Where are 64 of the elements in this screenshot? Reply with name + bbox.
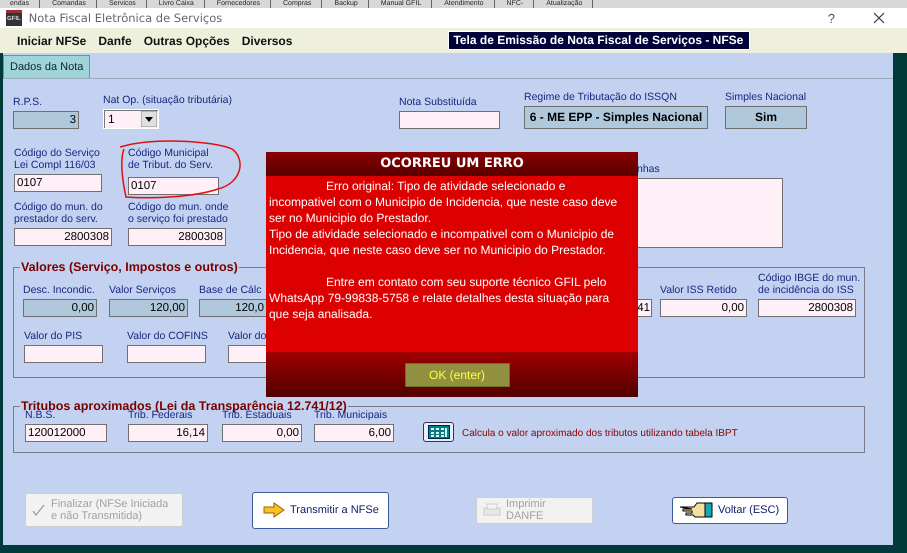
field-label: Nota Substituída bbox=[399, 96, 477, 108]
text-field[interactable]: 120012000 bbox=[25, 424, 107, 442]
field-label: Nat Op. (situação tributária) bbox=[103, 94, 232, 106]
dropdown-value: 1 bbox=[108, 111, 115, 127]
readonly-field: 6 - ME EPP - Simples Nacional bbox=[524, 106, 708, 129]
error-message: Erro original: Tipo de atividade selecionado e incompativel com o Municipio de Incidencia, que neste caso deve ser no Municipio do Prestador. bbox=[269, 178, 618, 226]
error-message: Entre em contato com seu suporte técnico GFIL pelo WhatsApp 79-99838-5758 e relate detalhes desta situação para que seja analisada. bbox=[269, 274, 610, 322]
field-label: Código do mun. onde o serviço foi prestado bbox=[128, 201, 228, 225]
action-button[interactable]: Voltar (ESC) bbox=[672, 496, 788, 524]
arrow-right-icon bbox=[263, 502, 285, 518]
field-label: Valor Serviços bbox=[109, 284, 176, 296]
tab[interactable]: Dados da Nota bbox=[3, 55, 90, 78]
field-label: Código Municipal de Tribut. do Serv. bbox=[128, 147, 214, 171]
text-field[interactable]: 16,14 bbox=[128, 424, 208, 442]
menu-item[interactable]: Outras Opções bbox=[144, 34, 230, 48]
field-label: N.B.S. bbox=[25, 409, 56, 421]
field-label: Valor do PIS bbox=[24, 330, 82, 342]
field-label: Regime de Tributação do ISSQN bbox=[524, 91, 677, 103]
text-field[interactable]: 2800308 bbox=[128, 228, 226, 246]
pointing-hand-icon bbox=[679, 500, 713, 520]
field-label: Valor do bbox=[228, 330, 266, 342]
field-label: Simples Nacional bbox=[725, 91, 806, 103]
check-icon bbox=[32, 503, 46, 517]
menu-item[interactable]: Diversos bbox=[242, 34, 292, 48]
action-button[interactable]: Transmitir a NFSe bbox=[252, 492, 389, 528]
calculator-icon bbox=[428, 425, 450, 439]
field-label: Desc. Incondic. bbox=[23, 284, 95, 296]
text-field[interactable]: 2800308 bbox=[758, 299, 856, 317]
field-label: Valor do COFINS bbox=[127, 330, 208, 342]
readonly-field: 120,00 bbox=[109, 299, 188, 317]
close-icon bbox=[873, 12, 885, 24]
text-field[interactable]: 0,00 bbox=[660, 299, 747, 317]
group-title: Valores (Serviço, Impostos e outros) bbox=[20, 260, 239, 274]
text-field[interactable]: 0107 bbox=[128, 177, 219, 195]
field-label: Código do Serviço Lei Compl 116/03 bbox=[14, 147, 100, 171]
text-field[interactable] bbox=[24, 345, 103, 363]
text-field[interactable]: 6,00 bbox=[314, 424, 394, 442]
field-label: R.P.S. bbox=[13, 96, 42, 108]
calculator-button[interactable] bbox=[423, 422, 454, 442]
dropdown[interactable]: 1 bbox=[103, 109, 159, 129]
calculator-hint: Calcula o valor aproximado dos tributos utilizando tabela IBPT bbox=[462, 428, 738, 439]
help-button[interactable]: ? bbox=[828, 10, 835, 26]
text-field[interactable]: 2800308 bbox=[14, 228, 112, 246]
error-message: Tipo de atividade selecionado e incompativel com o Municipio de Incidencia, que neste caso deve ser no Municipio do Prestador. bbox=[269, 226, 616, 258]
field-label: Código IBGE do mun. de incidência do ISS bbox=[758, 272, 860, 296]
text-field[interactable]: 0,00 bbox=[222, 424, 302, 442]
text-field[interactable] bbox=[127, 345, 206, 363]
printer-icon bbox=[483, 503, 501, 517]
menu-item[interactable]: Iniciar NFSe bbox=[17, 34, 86, 48]
screen-banner: Tela de Emissão de Nota Fiscal de Serviços - NFSe bbox=[448, 31, 750, 50]
dialog-title: OCORREU UM ERRO bbox=[266, 152, 638, 176]
readonly-field: Sim bbox=[725, 106, 807, 129]
window-title: Nota Fiscal Eletrônica de Serviços bbox=[28, 11, 222, 25]
readonly-field: 3 bbox=[13, 111, 79, 129]
field-label: Valor ISS Retido bbox=[660, 284, 737, 296]
readonly-field: 120,0 bbox=[199, 299, 267, 317]
text-area[interactable] bbox=[637, 178, 783, 248]
field-label: Base de Cálc bbox=[199, 284, 262, 296]
readonly-field: 0,00 bbox=[23, 299, 97, 317]
text-field[interactable]: 0107 bbox=[14, 174, 102, 192]
text-field[interactable] bbox=[399, 111, 500, 129]
dropdown-arrow-icon bbox=[141, 111, 157, 127]
field-label: Código do mun. do prestador do serv. bbox=[14, 201, 103, 225]
menu-item[interactable]: Danfe bbox=[98, 34, 132, 48]
